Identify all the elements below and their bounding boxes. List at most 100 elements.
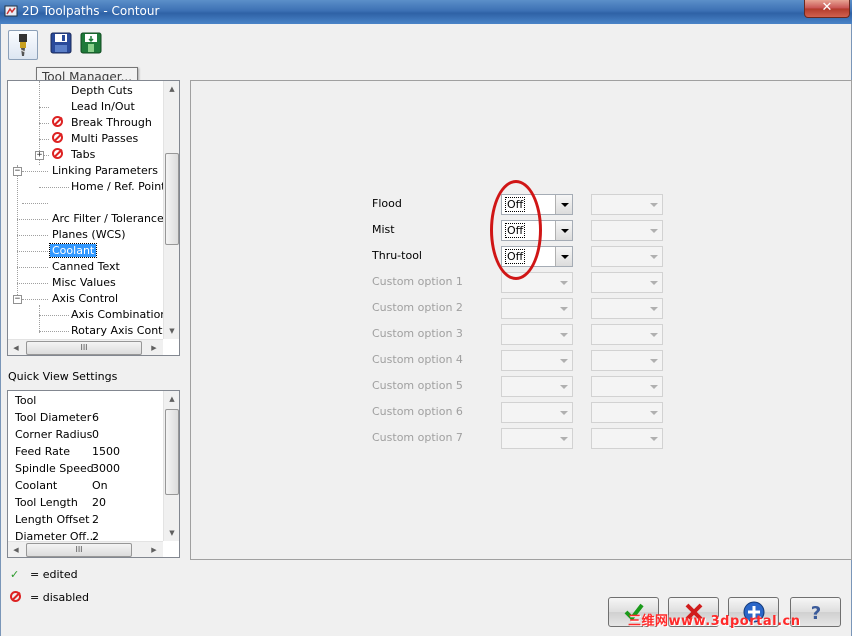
- qv-row: Feed Rate 1500: [15, 445, 120, 458]
- tree-item-depth-cuts[interactable]: Depth Cuts: [69, 83, 135, 99]
- custom-option-5-select[interactable]: [501, 376, 573, 397]
- tree-item-arc-filter[interactable]: Arc Filter / Tolerance: [50, 211, 166, 227]
- coolant-panel: [190, 80, 852, 560]
- chevron-down-icon: [645, 325, 662, 344]
- tree-item-canned-text[interactable]: Canned Text: [50, 259, 122, 275]
- scroll-right-icon[interactable]: ▶: [146, 340, 162, 356]
- quick-view-vertical-scrollbar[interactable]: ▲ ▼: [163, 391, 179, 541]
- svg-text:?: ?: [810, 603, 820, 624]
- quick-view-panel[interactable]: Tool Tool Diameter6 Corner Radius0 Feed …: [7, 390, 180, 558]
- tree-horizontal-scrollbar[interactable]: ◀ III ▶: [8, 339, 163, 355]
- tree-item-misc-values[interactable]: Misc Values: [50, 275, 118, 291]
- disabled-icon: [10, 591, 21, 602]
- thru-tool-secondary-select[interactable]: [591, 246, 663, 267]
- custom-option-6-secondary-select[interactable]: [591, 402, 663, 423]
- custom-option-2-secondary-select[interactable]: [591, 298, 663, 319]
- tree-scroll-thumb[interactable]: [165, 153, 179, 245]
- custom-option-7-select[interactable]: [501, 428, 573, 449]
- chevron-down-icon: [645, 351, 662, 370]
- legend-disabled: = disabled: [10, 590, 89, 606]
- tree-item-home-ref-points[interactable]: Home / Ref. Points: [69, 179, 173, 195]
- custom-option-3-label: Custom option 3: [372, 327, 463, 340]
- scroll-left-icon[interactable]: ◀: [8, 542, 24, 558]
- save-to-library-button[interactable]: [78, 30, 108, 60]
- custom-option-1-secondary-select[interactable]: [591, 272, 663, 293]
- custom-option-5-label: Custom option 5: [372, 379, 463, 392]
- title-bar: 2D Toolpaths - Contour ✕: [0, 0, 852, 24]
- tree-item-coolant[interactable]: Coolant: [48, 243, 98, 259]
- tree-item-linking-parameters[interactable]: Linking Parameters: [50, 163, 160, 179]
- edited-check-icon: ✓: [10, 568, 20, 581]
- chevron-down-icon: [555, 221, 572, 240]
- qv-row: Coolant On: [15, 479, 108, 492]
- flood-secondary-select[interactable]: [591, 194, 663, 215]
- annotation-ellipse: [490, 180, 542, 280]
- chevron-down-icon: [645, 377, 662, 396]
- collapse-axis-control-icon[interactable]: −: [13, 295, 22, 304]
- chevron-down-icon: [555, 403, 572, 422]
- close-button[interactable]: ✕: [804, 0, 850, 18]
- thru-tool-label: Thru-tool: [372, 249, 422, 262]
- chevron-down-icon: [555, 195, 572, 214]
- chevron-down-icon: [645, 403, 662, 422]
- tree-vertical-scrollbar[interactable]: ▲ ▼: [163, 81, 179, 339]
- custom-option-7-secondary-select[interactable]: [591, 428, 663, 449]
- tree-item-axis-combination[interactable]: Axis Combination: [69, 307, 169, 323]
- custom-option-3-secondary-select[interactable]: [591, 324, 663, 345]
- app-icon: [4, 5, 18, 17]
- disabled-icon: [52, 116, 63, 127]
- chevron-down-icon: [555, 247, 572, 266]
- custom-option-5-secondary-select[interactable]: [591, 376, 663, 397]
- scroll-down-icon[interactable]: ▼: [164, 525, 180, 541]
- tree-item-lead-in-out[interactable]: Lead In/Out: [69, 99, 137, 115]
- qv-row: Tool Length 20: [15, 496, 106, 509]
- tree-item-axis-control[interactable]: Axis Control: [50, 291, 120, 307]
- scroll-right-icon[interactable]: ▶: [146, 542, 162, 558]
- quick-view-hscroll-thumb[interactable]: III: [26, 543, 132, 557]
- tree-hscroll-thumb[interactable]: III: [26, 341, 142, 355]
- scroll-up-icon[interactable]: ▲: [164, 81, 180, 97]
- disabled-icon: [52, 148, 63, 159]
- tree-item-multi-passes[interactable]: Multi Passes: [52, 131, 140, 147]
- quick-view-horizontal-scrollbar[interactable]: ◀ III ▶: [8, 541, 163, 557]
- scroll-down-icon[interactable]: ▼: [164, 323, 180, 339]
- custom-option-4-select[interactable]: [501, 350, 573, 371]
- custom-option-4-secondary-select[interactable]: [591, 350, 663, 371]
- tool-manager-button[interactable]: [8, 30, 38, 60]
- tree-item-break-through[interactable]: Break Through: [52, 115, 154, 131]
- parameter-tree[interactable]: Depth Cuts Lead In/Out Break Through Mul…: [7, 80, 180, 356]
- qv-row: Spindle Speed3000: [15, 462, 120, 475]
- tree-item-tabs[interactable]: Tabs: [52, 147, 97, 163]
- quick-view-scroll-thumb[interactable]: [165, 409, 179, 495]
- scroll-up-icon[interactable]: ▲: [164, 391, 180, 407]
- custom-option-6-label: Custom option 6: [372, 405, 463, 418]
- qv-row: Tool Diameter6: [15, 411, 99, 424]
- collapse-linking-icon[interactable]: −: [13, 167, 22, 176]
- custom-option-1-label: Custom option 1: [372, 275, 463, 288]
- chevron-down-icon: [555, 351, 572, 370]
- chevron-down-icon: [645, 299, 662, 318]
- mist-label: Mist: [372, 223, 395, 236]
- custom-option-3-select[interactable]: [501, 324, 573, 345]
- qv-row: Tool: [15, 394, 37, 407]
- save-button[interactable]: [48, 30, 78, 60]
- qv-row: Corner Radius0: [15, 428, 99, 441]
- flood-label: Flood: [372, 197, 402, 210]
- mist-secondary-select[interactable]: [591, 220, 663, 241]
- expand-tabs-icon[interactable]: +: [35, 151, 44, 160]
- disabled-icon: [52, 132, 63, 143]
- chevron-down-icon: [645, 429, 662, 448]
- chevron-down-icon: [645, 221, 662, 240]
- custom-option-2-select[interactable]: [501, 298, 573, 319]
- custom-option-6-select[interactable]: [501, 402, 573, 423]
- custom-option-4-label: Custom option 4: [372, 353, 463, 366]
- chevron-down-icon: [555, 429, 572, 448]
- chevron-down-icon: [645, 195, 662, 214]
- quick-view-title: Quick View Settings: [8, 370, 118, 383]
- scroll-left-icon[interactable]: ◀: [8, 340, 24, 356]
- custom-option-7-label: Custom option 7: [372, 431, 463, 444]
- save-icon: [50, 32, 72, 54]
- chevron-down-icon: [555, 377, 572, 396]
- chevron-down-icon: [555, 325, 572, 344]
- tree-item-planes[interactable]: Planes (WCS): [50, 227, 128, 243]
